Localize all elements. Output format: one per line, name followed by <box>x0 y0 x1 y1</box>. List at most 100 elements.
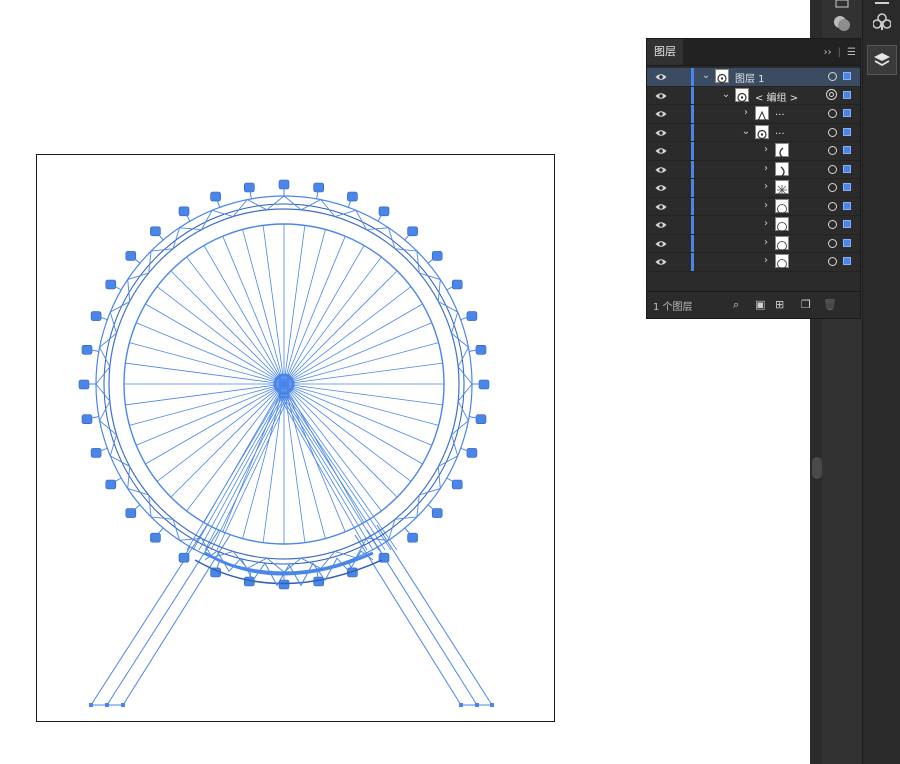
layer-row[interactable]: ›... <box>647 105 860 124</box>
selection-indicator[interactable] <box>843 127 851 136</box>
collect-export-icon[interactable]: ▣ <box>755 298 765 311</box>
menu-icon[interactable] <box>873 0 891 8</box>
symbols-icon[interactable] <box>871 10 893 34</box>
layer-row[interactable]: › <box>647 142 860 161</box>
eye-icon[interactable] <box>655 92 667 100</box>
selection-indicator[interactable] <box>843 164 851 173</box>
spoke-path <box>125 362 285 385</box>
strut-path <box>279 393 374 551</box>
chevron-right-icon[interactable]: › <box>761 237 771 248</box>
target-icon[interactable] <box>828 201 837 211</box>
layer-thumbnail <box>775 143 789 159</box>
target-icon[interactable] <box>828 109 837 118</box>
layer-name[interactable]: 图层 1 <box>735 70 765 85</box>
layer-thumbnail <box>755 106 769 122</box>
eye-icon[interactable] <box>655 203 667 211</box>
target-icon[interactable] <box>828 164 837 174</box>
eye-icon[interactable] <box>655 110 667 118</box>
anchor-point <box>459 703 463 707</box>
chevron-right-icon[interactable]: › <box>761 200 771 211</box>
tab-layers[interactable]: 图层 <box>647 39 683 65</box>
spoke-path <box>145 303 285 385</box>
chevron-right-icon[interactable]: › <box>761 255 771 266</box>
collapse-icon[interactable]: ›› <box>824 47 832 58</box>
chevron-right-icon[interactable]: › <box>761 144 771 155</box>
spoke-path <box>136 322 285 385</box>
spoke-path <box>170 270 285 385</box>
eye-icon[interactable] <box>655 240 667 248</box>
chevron-right-icon[interactable]: › <box>761 218 771 229</box>
layer-name[interactable]: < 编组 > <box>755 89 798 104</box>
scrollbar-thumb[interactable] <box>812 457 822 479</box>
spoke-path <box>283 383 443 406</box>
layer-row[interactable]: › <box>647 234 860 253</box>
make-clipping-mask-icon[interactable]: ⊞ <box>775 298 784 311</box>
anchor-point <box>121 703 125 707</box>
search-icon[interactable]: ⌕ <box>733 298 739 312</box>
selection-indicator[interactable] <box>843 109 851 117</box>
target-icon[interactable] <box>826 88 837 100</box>
panel-menu-icon[interactable]: ☰ <box>847 47 856 58</box>
layer-thumbnail <box>775 180 789 195</box>
layers-icon[interactable] <box>867 45 897 75</box>
eye-icon[interactable] <box>655 147 667 155</box>
layer-thumbnail <box>775 161 789 178</box>
eye-icon[interactable] <box>655 221 667 229</box>
target-icon[interactable] <box>828 127 837 137</box>
selection-indicator[interactable] <box>843 146 851 154</box>
eye-icon[interactable] <box>655 184 667 192</box>
target-icon[interactable] <box>828 146 837 155</box>
target-icon[interactable] <box>828 257 837 266</box>
appearance-icon[interactable] <box>832 12 852 34</box>
target-icon[interactable] <box>828 183 837 192</box>
spoke-path <box>283 383 326 539</box>
eye-icon[interactable] <box>655 129 667 137</box>
eye-icon[interactable] <box>655 166 667 174</box>
artboard[interactable] <box>36 154 555 722</box>
new-layer-icon[interactable]: ❐ <box>801 298 811 311</box>
selection-indicator[interactable] <box>843 72 851 80</box>
right-leg-path <box>354 524 493 706</box>
layer-row[interactable]: › <box>647 160 860 179</box>
chevron-right-icon[interactable]: › <box>741 107 751 118</box>
layer-thumbnail <box>775 198 789 214</box>
layer-row[interactable]: ⌄ 图层 1 <box>647 68 860 87</box>
spoke-path <box>283 245 365 385</box>
eye-icon[interactable] <box>655 73 667 81</box>
layer-color-bar <box>691 234 694 252</box>
chevron-down-icon[interactable]: ⌄ <box>741 126 751 137</box>
selection-indicator[interactable] <box>843 220 851 228</box>
chevron-right-icon[interactable]: › <box>761 181 771 192</box>
layer-color-bar <box>691 179 694 197</box>
layer-color-bar <box>691 253 694 271</box>
spoke-path <box>283 322 432 385</box>
target-icon[interactable] <box>828 72 837 81</box>
layer-row[interactable]: › <box>647 216 860 235</box>
eye-icon[interactable] <box>655 258 667 266</box>
gondola <box>466 448 478 458</box>
layer-name[interactable]: ... <box>775 126 785 137</box>
ferris-wheel-artwork[interactable] <box>37 155 556 723</box>
strut-path <box>210 393 289 551</box>
properties-icon[interactable] <box>834 0 850 8</box>
strut-path <box>216 393 291 551</box>
layer-row[interactable]: ⌄ < 编组 > <box>647 86 860 105</box>
selection-indicator[interactable] <box>843 183 851 191</box>
layer-row[interactable]: › <box>647 179 860 198</box>
selection-indicator[interactable] <box>843 257 851 265</box>
layer-thumbnail <box>715 69 729 84</box>
layer-name[interactable]: ... <box>775 107 785 118</box>
selection-indicator[interactable] <box>843 201 851 210</box>
chevron-down-icon[interactable]: ⌄ <box>721 89 731 100</box>
layer-row[interactable]: › <box>647 197 860 216</box>
target-icon[interactable] <box>828 238 837 248</box>
layer-row[interactable]: › <box>647 253 860 272</box>
target-icon[interactable] <box>828 220 837 229</box>
spoke-path <box>283 383 365 523</box>
strut-path <box>285 393 392 551</box>
layer-row[interactable]: ⌄... <box>647 123 860 142</box>
chevron-right-icon[interactable]: › <box>761 163 771 174</box>
selection-indicator[interactable] <box>843 90 851 99</box>
selection-indicator[interactable] <box>843 238 851 247</box>
chevron-down-icon[interactable]: ⌄ <box>701 70 711 81</box>
